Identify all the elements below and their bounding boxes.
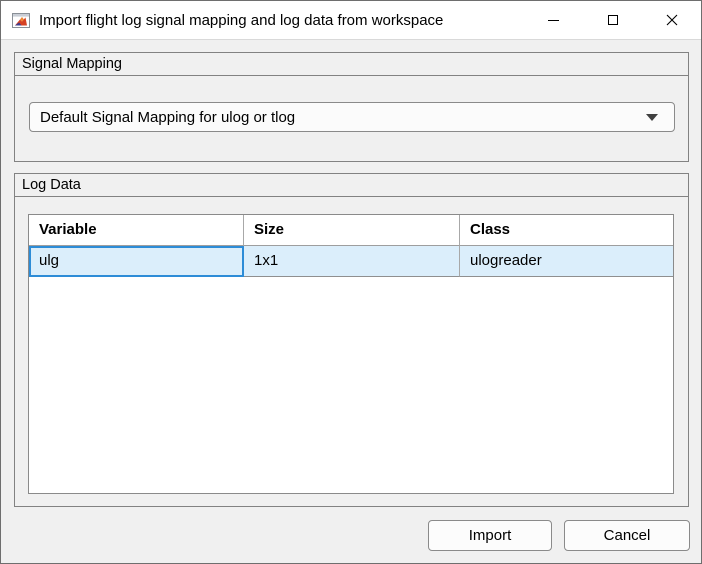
window-title: Import flight log signal mapping and log… [39, 12, 443, 29]
signal-mapping-dropdown[interactable]: Default Signal Mapping for ulog or tlog [29, 102, 675, 132]
cell-class[interactable]: ulogreader [460, 246, 673, 277]
cell-variable[interactable]: ulg [29, 246, 244, 277]
maximize-button[interactable] [583, 1, 642, 39]
close-button[interactable] [642, 1, 701, 39]
window-controls [524, 1, 701, 39]
log-data-panel-title: Log Data [15, 174, 688, 197]
table-header-row: Variable Size Class [29, 215, 673, 246]
log-data-table: Variable Size Class ulg 1x1 ulogreader [28, 214, 674, 494]
titlebar: Import flight log signal mapping and log… [1, 1, 701, 40]
cancel-button[interactable]: Cancel [564, 520, 690, 551]
column-header-class: Class [460, 215, 673, 246]
minimize-icon [548, 20, 559, 21]
matlab-icon [12, 13, 30, 28]
chevron-down-icon [646, 114, 658, 121]
cell-size[interactable]: 1x1 [244, 246, 460, 277]
import-button[interactable]: Import [428, 520, 552, 551]
column-header-variable: Variable [29, 215, 244, 246]
minimize-button[interactable] [524, 1, 583, 39]
maximize-icon [608, 15, 618, 25]
import-flight-log-dialog: Import flight log signal mapping and log… [0, 0, 702, 564]
signal-mapping-dropdown-value: Default Signal Mapping for ulog or tlog [40, 109, 295, 126]
table-row[interactable]: ulg 1x1 ulogreader [29, 246, 673, 277]
column-header-size: Size [244, 215, 460, 246]
close-icon [666, 14, 678, 26]
log-data-panel: Log Data Variable Size Class ulg 1x1 ulo… [14, 173, 689, 507]
signal-mapping-panel: Signal Mapping Default Signal Mapping fo… [14, 52, 689, 162]
signal-mapping-panel-title: Signal Mapping [15, 53, 688, 76]
